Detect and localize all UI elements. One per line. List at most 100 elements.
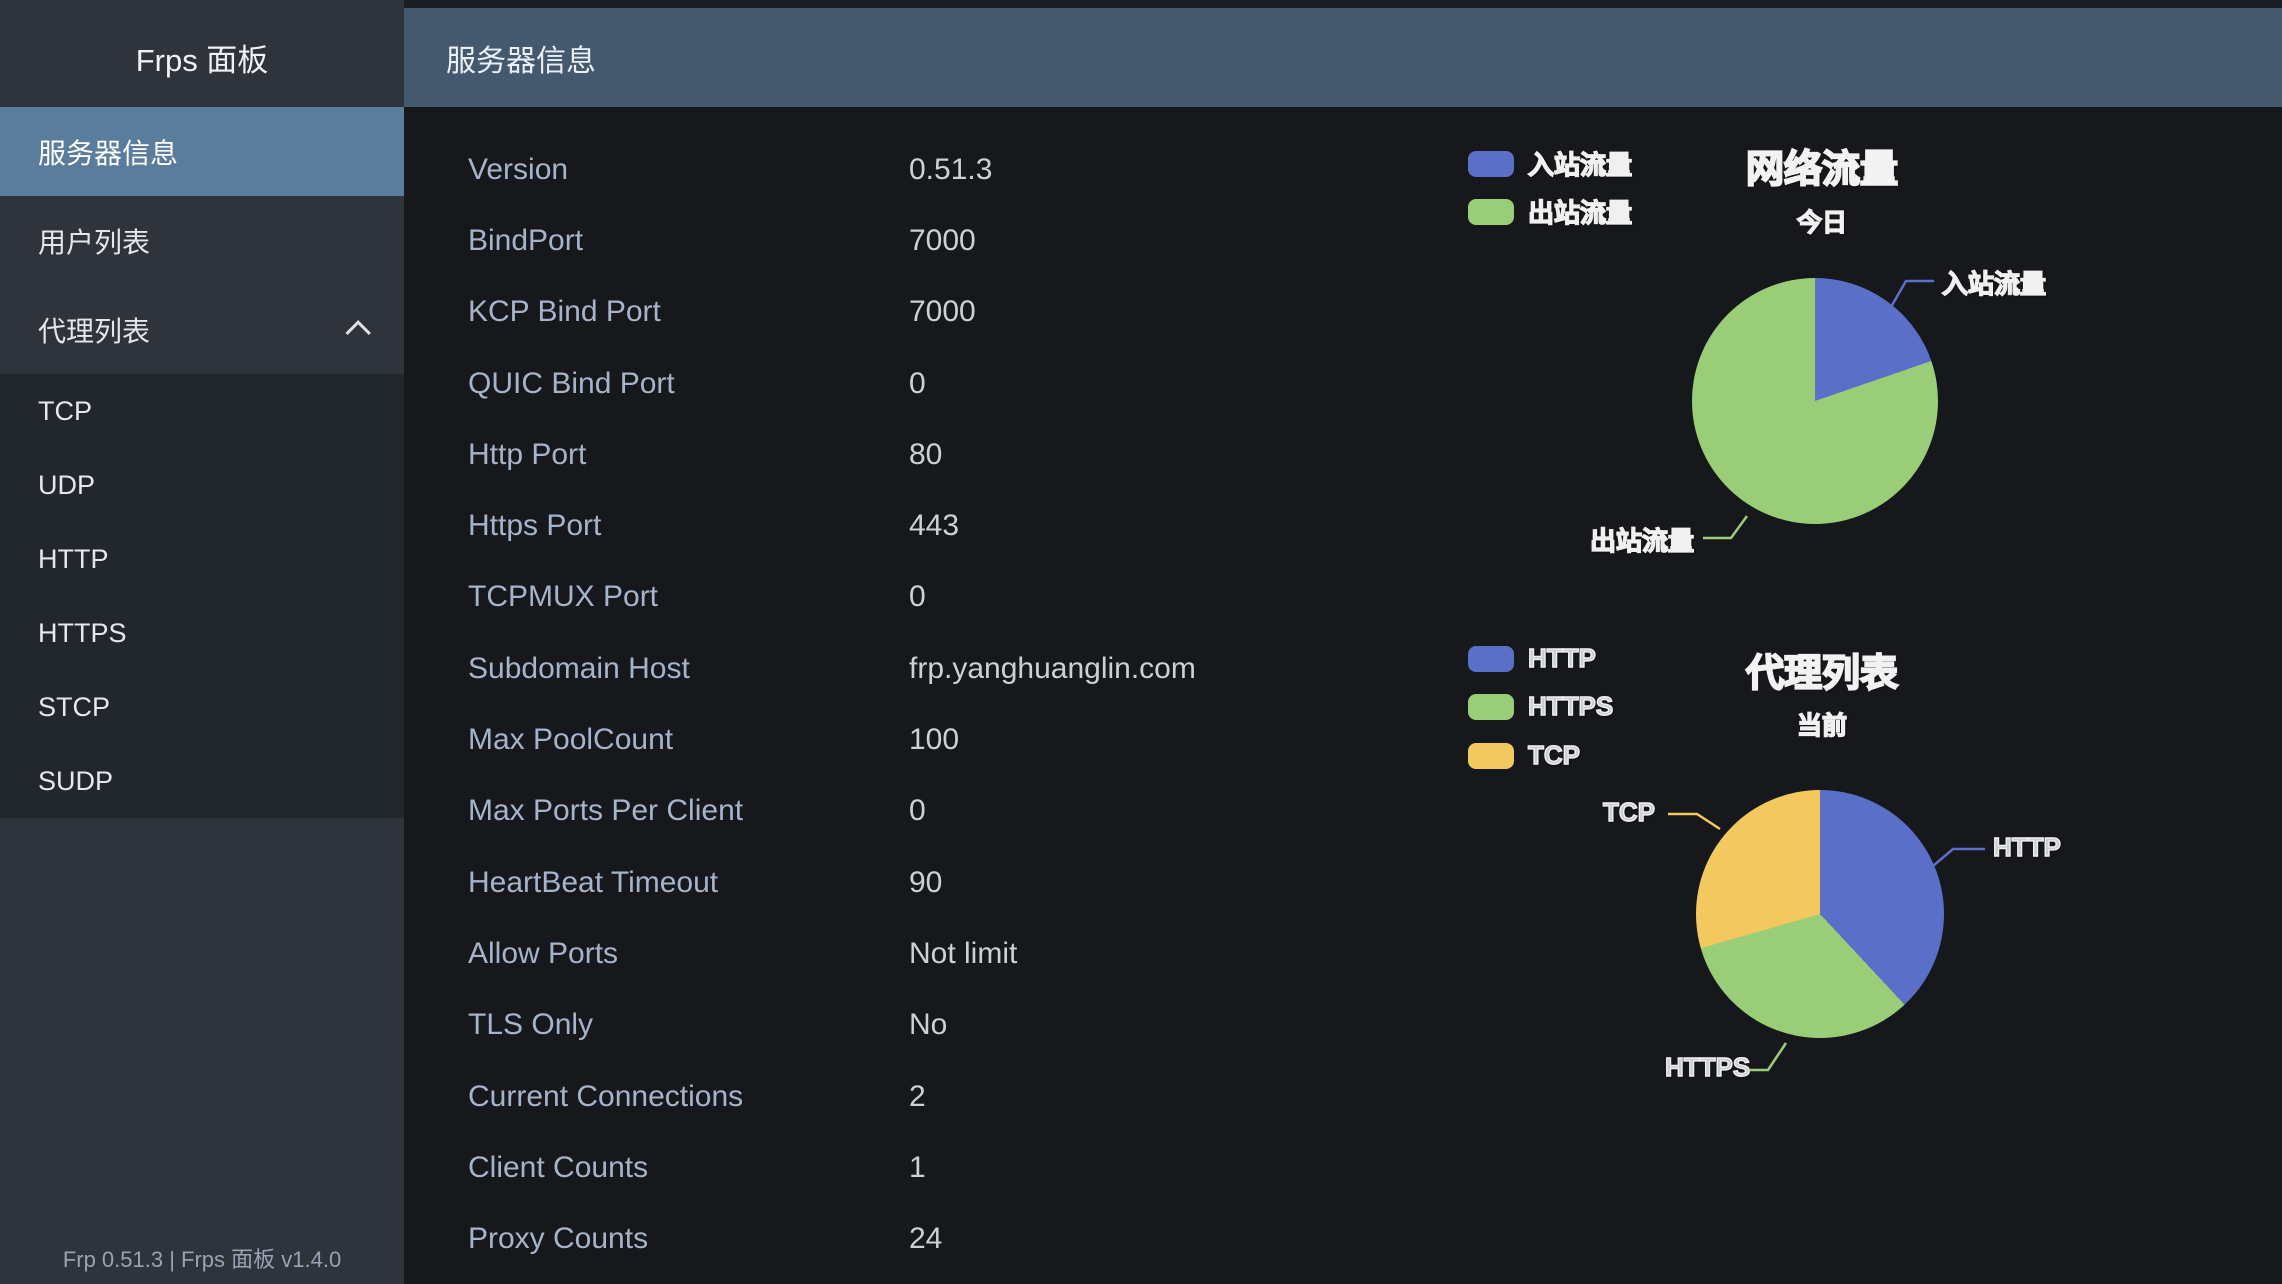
- pie-label-https: HTTPS: [1665, 1052, 1750, 1083]
- leader-line-outbound: [1703, 516, 1747, 538]
- row-value: frp.yanghuanglin.com: [909, 652, 1196, 686]
- row-label: QUIC Bind Port: [468, 367, 675, 401]
- row-value: 0: [909, 794, 926, 828]
- row-value: 7000: [909, 295, 976, 329]
- sidebar-item-sudp[interactable]: SUDP: [0, 744, 404, 818]
- row-label: KCP Bind Port: [468, 295, 661, 329]
- sidebar-item-stcp[interactable]: STCP: [0, 670, 404, 744]
- table-row: TCPMUX Port 0: [404, 562, 1464, 633]
- row-label: BindPort: [468, 224, 583, 258]
- table-row: Allow Ports Not limit: [404, 918, 1464, 989]
- legend-item-http[interactable]: HTTP: [1468, 643, 1596, 674]
- table-row: Http Port 80: [404, 419, 1464, 490]
- legend-label: HTTP: [1528, 643, 1596, 674]
- submenu-item-label: UDP: [38, 470, 95, 501]
- row-value: 90: [909, 866, 942, 900]
- version-footer: Frp 0.51.3 | Frps 面板 v1.4.0: [0, 1242, 404, 1274]
- chart-subtitle-today: 今日: [1662, 203, 1982, 239]
- row-label: Allow Ports: [468, 937, 618, 971]
- table-row: Max PoolCount 100: [404, 704, 1464, 775]
- chart-title-proxy-list: 代理列表: [1662, 642, 1982, 697]
- legend-swatch-icon: [1468, 151, 1514, 177]
- row-label: Proxy Counts: [468, 1222, 648, 1256]
- table-row: Version0.51.3: [404, 134, 1464, 205]
- sidebar-item-http[interactable]: HTTP: [0, 522, 404, 596]
- frps-dashboard: Frps 面板 服务器信息 用户列表 代理列表 TCP UDP: [0, 0, 2282, 1284]
- server-info-table: Version0.51.3 BindPort7000 KCP Bind Port…: [404, 134, 1464, 1275]
- sidebar-item-user-list[interactable]: 用户列表: [0, 196, 404, 285]
- pie-label-outbound: 出站流量: [1590, 521, 1694, 558]
- network-traffic-pie[interactable]: [1692, 278, 1938, 524]
- row-label: HeartBeat Timeout: [468, 866, 718, 900]
- sidebar-menu: 服务器信息 用户列表 代理列表 TCP UDP HTTP: [0, 107, 404, 818]
- row-label: TCPMUX Port: [468, 580, 658, 614]
- legend-item-outbound[interactable]: 出站流量: [1468, 193, 1632, 230]
- sidebar-item-label: 服务器信息: [38, 132, 178, 172]
- legend-label: TCP: [1528, 740, 1580, 771]
- legend-item-inbound[interactable]: 入站流量: [1468, 145, 1632, 182]
- row-value: 2: [909, 1080, 926, 1114]
- pie-label-inbound: 入站流量: [1942, 264, 2046, 301]
- row-value: No: [909, 1008, 947, 1042]
- table-row: QUIC Bind Port 0: [404, 348, 1464, 419]
- row-value: 1: [909, 1151, 926, 1185]
- row-label: Https Port: [468, 509, 601, 543]
- row-value: 24: [909, 1222, 942, 1256]
- app-title: Frps 面板: [0, 8, 404, 107]
- pie-label-http: HTTP: [1993, 832, 2061, 863]
- table-row: Https Port 443: [404, 490, 1464, 561]
- submenu-item-label: TCP: [38, 396, 92, 427]
- chevron-up-icon: [345, 320, 370, 345]
- row-label: Http Port: [468, 438, 586, 472]
- row-label: TLS Only: [468, 1008, 593, 1042]
- sidebar-item-server-info[interactable]: 服务器信息: [0, 107, 404, 196]
- leader-line-http: [1933, 849, 1985, 866]
- row-value: 80: [909, 438, 942, 472]
- row-label: Max PoolCount: [468, 723, 673, 757]
- legend-swatch-icon: [1468, 646, 1514, 672]
- table-row: Client Counts 1: [404, 1132, 1464, 1203]
- sidebar: Frps 面板 服务器信息 用户列表 代理列表 TCP UDP: [0, 0, 404, 1284]
- table-row: KCP Bind Port 7000: [404, 277, 1464, 348]
- submenu-item-label: STCP: [38, 692, 110, 723]
- proxy-list-pie[interactable]: [1696, 790, 1944, 1038]
- leader-line-https: [1750, 1043, 1786, 1070]
- chart-subtitle-current: 当前: [1662, 706, 1982, 742]
- row-value: 0: [909, 367, 926, 401]
- leader-line-tcp: [1668, 814, 1720, 829]
- row-label: Subdomain Host: [468, 652, 690, 686]
- sidebar-item-label: 用户列表: [38, 221, 150, 261]
- sidebar-item-https[interactable]: HTTPS: [0, 596, 404, 670]
- legend-label: 入站流量: [1528, 145, 1632, 182]
- legend-item-tcp[interactable]: TCP: [1468, 740, 1580, 771]
- legend-item-https[interactable]: HTTPS: [1468, 691, 1613, 722]
- sidebar-item-udp[interactable]: UDP: [0, 448, 404, 522]
- page-title: 服务器信息: [446, 36, 596, 80]
- table-row: TLS Only No: [404, 990, 1464, 1061]
- sidebar-item-tcp[interactable]: TCP: [0, 374, 404, 448]
- table-row: Max Ports Per Client0: [404, 776, 1464, 847]
- pie-label-tcp: TCP: [1603, 797, 1655, 828]
- legend-swatch-icon: [1468, 199, 1514, 225]
- legend-swatch-icon: [1468, 694, 1514, 720]
- sidebar-item-label: 代理列表: [38, 310, 150, 350]
- table-row: Subdomain Host frp.yanghuanglin.com: [404, 633, 1464, 704]
- row-value: Not limit: [909, 937, 1017, 971]
- table-row: HeartBeat Timeout 90: [404, 847, 1464, 918]
- row-label: Client Counts: [468, 1151, 648, 1185]
- row-value: 443: [909, 509, 959, 543]
- proxy-submenu: TCP UDP HTTP HTTPS STCP SUDP: [0, 374, 404, 818]
- row-value: 0.51.3: [909, 153, 992, 187]
- legend-label: HTTPS: [1528, 691, 1613, 722]
- row-value: 0: [909, 580, 926, 614]
- chart-title-network-traffic: 网络流量: [1662, 138, 1982, 193]
- table-row: Proxy Counts 24: [404, 1203, 1464, 1274]
- table-row: Current Connections 2: [404, 1061, 1464, 1132]
- sidebar-item-proxy-list[interactable]: 代理列表: [0, 285, 404, 374]
- table-row: BindPort7000: [404, 205, 1464, 276]
- row-value: 100: [909, 723, 959, 757]
- leader-line-inbound: [1891, 281, 1934, 307]
- row-label: Current Connections: [468, 1080, 743, 1114]
- submenu-item-label: SUDP: [38, 766, 113, 797]
- submenu-item-label: HTTPS: [38, 618, 127, 649]
